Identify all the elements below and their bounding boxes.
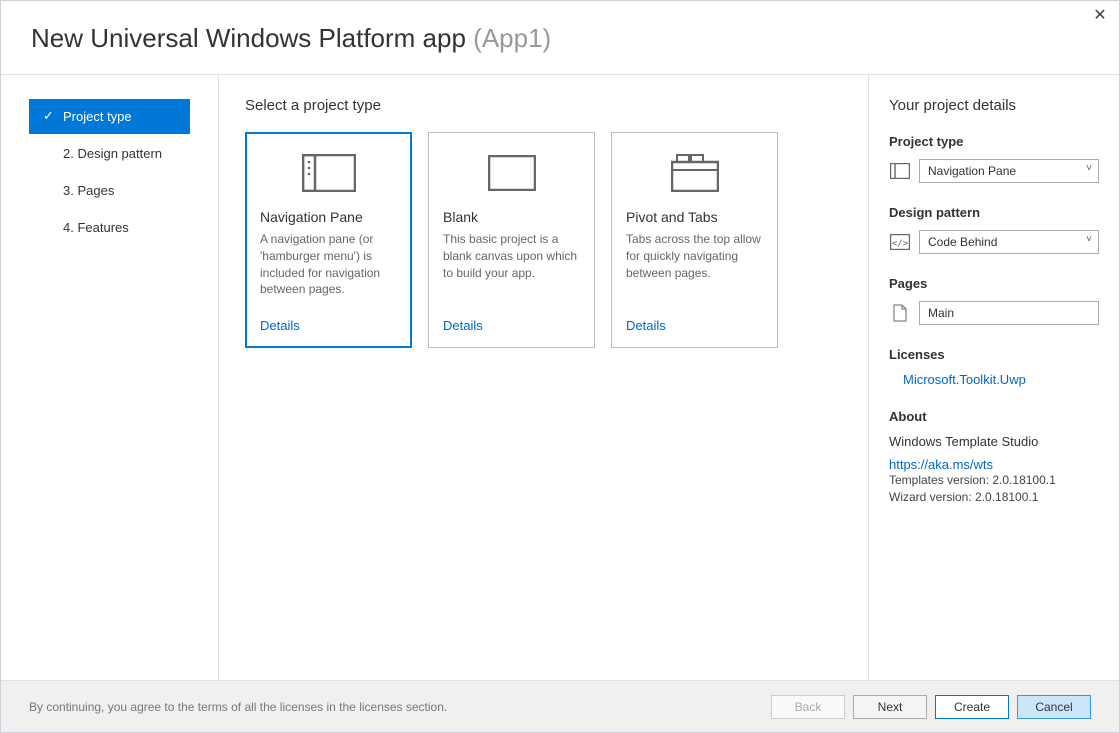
page-title: New Universal Windows Platform app (App1… xyxy=(31,23,1089,54)
detail-licenses: Licenses Microsoft.Toolkit.Uwp xyxy=(889,347,1099,387)
nav-pane-icon xyxy=(260,147,397,199)
card-title: Blank xyxy=(443,209,580,225)
input-value: Main xyxy=(928,306,954,320)
detail-label: Licenses xyxy=(889,347,1099,362)
select-value: Navigation Pane xyxy=(928,164,1016,178)
card-description: This basic project is a blank canvas upo… xyxy=(443,231,580,298)
card-description: A navigation pane (or 'hamburger menu') … xyxy=(260,231,397,298)
cancel-button[interactable]: Cancel xyxy=(1017,695,1091,719)
code-behind-mini-icon: </> xyxy=(889,231,911,253)
step-label: 4. Features xyxy=(63,220,129,235)
step-label: 3. Pages xyxy=(63,183,114,198)
step-label: 2. Design pattern xyxy=(63,146,162,161)
details-link[interactable]: Details xyxy=(260,318,397,333)
title-text: New Universal Windows Platform app xyxy=(31,23,466,53)
card-blank[interactable]: Blank This basic project is a blank canv… xyxy=(428,132,595,348)
detail-design-pattern: Design pattern </> Code Behind xyxy=(889,205,1099,254)
select-value: Code Behind xyxy=(928,235,997,249)
footer-disclaimer: By continuing, you agree to the terms of… xyxy=(29,700,771,714)
step-pages[interactable]: 3. Pages xyxy=(29,173,190,208)
project-type-select[interactable]: Navigation Pane xyxy=(919,159,1099,183)
card-description: Tabs across the top allow for quickly na… xyxy=(626,231,763,298)
svg-text:</>: </> xyxy=(892,239,909,249)
about-product: Windows Template Studio xyxy=(889,434,1099,449)
create-button[interactable]: Create xyxy=(935,695,1009,719)
step-label: Project type xyxy=(63,109,132,124)
step-project-type[interactable]: Project type xyxy=(29,99,190,134)
design-pattern-select[interactable]: Code Behind xyxy=(919,230,1099,254)
content-heading: Select a project type xyxy=(245,97,842,114)
content-pane: Select a project type Navigation Pane A … xyxy=(219,75,869,680)
project-details-panel: Your project details Project type Naviga… xyxy=(869,75,1119,680)
close-icon[interactable]: ✕ xyxy=(1091,7,1109,25)
card-pivot-tabs[interactable]: Pivot and Tabs Tabs across the top allow… xyxy=(611,132,778,348)
detail-label: Pages xyxy=(889,276,1099,291)
card-title: Navigation Pane xyxy=(260,209,397,225)
detail-pages: Pages Main xyxy=(889,276,1099,325)
blank-icon xyxy=(443,147,580,199)
detail-about: About Windows Template Studio https://ak… xyxy=(889,409,1099,506)
wizard-version: Wizard version: 2.0.18100.1 xyxy=(889,489,1099,506)
page-mini-icon xyxy=(889,302,911,324)
step-design-pattern[interactable]: 2. Design pattern xyxy=(29,136,190,171)
card-title: Pivot and Tabs xyxy=(626,209,763,225)
wizard-steps-sidebar: Project type 2. Design pattern 3. Pages … xyxy=(1,75,219,680)
details-link[interactable]: Details xyxy=(626,318,763,333)
templates-version: Templates version: 2.0.18100.1 xyxy=(889,472,1099,489)
dialog-header: New Universal Windows Platform app (App1… xyxy=(1,1,1119,75)
app-name: (App1) xyxy=(473,23,551,53)
back-button: Back xyxy=(771,695,845,719)
details-heading: Your project details xyxy=(889,97,1099,114)
license-link[interactable]: Microsoft.Toolkit.Uwp xyxy=(903,372,1099,387)
dialog-footer: By continuing, you agree to the terms of… xyxy=(1,680,1119,732)
detail-label: Design pattern xyxy=(889,205,1099,220)
nav-pane-mini-icon xyxy=(889,160,911,182)
next-button[interactable]: Next xyxy=(853,695,927,719)
step-features[interactable]: 4. Features xyxy=(29,210,190,245)
project-type-cards: Navigation Pane A navigation pane (or 'h… xyxy=(245,132,842,348)
about-url-link[interactable]: https://aka.ms/wts xyxy=(889,457,1099,472)
footer-buttons: Back Next Create Cancel xyxy=(771,695,1091,719)
detail-project-type: Project type Navigation Pane xyxy=(889,134,1099,183)
detail-label: Project type xyxy=(889,134,1099,149)
detail-label: About xyxy=(889,409,1099,424)
page-name-input[interactable]: Main xyxy=(919,301,1099,325)
details-link[interactable]: Details xyxy=(443,318,580,333)
card-navigation-pane[interactable]: Navigation Pane A navigation pane (or 'h… xyxy=(245,132,412,348)
main-area: Project type 2. Design pattern 3. Pages … xyxy=(1,75,1119,680)
pivot-tabs-icon xyxy=(626,147,763,199)
